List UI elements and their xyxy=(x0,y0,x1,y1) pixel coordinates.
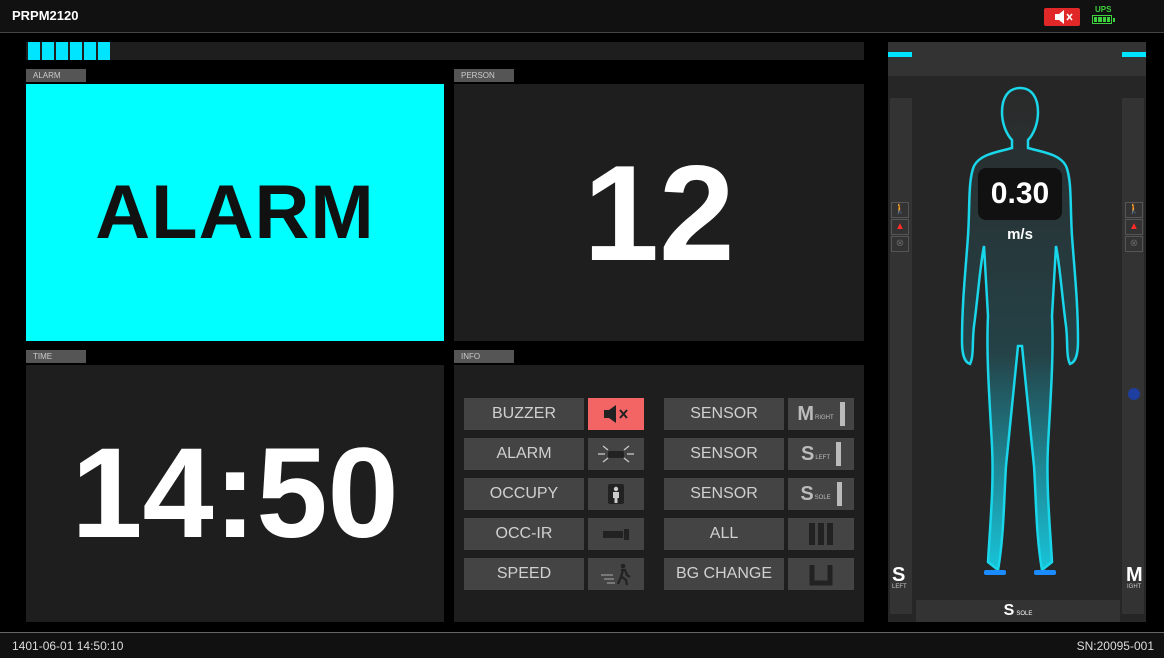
progress-segment xyxy=(28,42,40,60)
sensor-label: SENSOR xyxy=(664,478,784,510)
right-sensor-indicator xyxy=(1122,52,1146,57)
info-panel-tab: INFO xyxy=(454,350,514,363)
sensor-sub: SOLE xyxy=(814,495,831,501)
progress-segment xyxy=(84,42,96,60)
info-row-occ-ir: OCC-IR ALL xyxy=(464,518,856,550)
speed-toggle[interactable] xyxy=(588,558,644,590)
sensor-bar-icon xyxy=(839,402,845,426)
speed-unit: m/s xyxy=(1007,226,1033,243)
right-sensor-letter: M xyxy=(1126,564,1143,586)
walking-speed-icon xyxy=(601,563,631,586)
person-panel-tab: PERSON xyxy=(454,69,514,82)
mute-button[interactable] xyxy=(1044,8,1080,26)
all-label: ALL xyxy=(664,518,784,550)
info-row-alarm: ALARM SENSOR S LEFT xyxy=(464,438,856,470)
progress-segment xyxy=(42,42,54,60)
time-panel: 14:50 xyxy=(26,365,444,622)
sensor-m-right-toggle[interactable]: M RIGHT xyxy=(788,398,854,430)
left-pillar xyxy=(890,98,912,614)
cancel-circle-icon: ⊗ xyxy=(891,236,909,252)
bg-change-icon xyxy=(809,565,833,586)
sole-sensor-bar: S SOLE xyxy=(916,600,1120,622)
sensor-label: SENSOR xyxy=(664,438,784,470)
occupy-label: OCCUPY xyxy=(464,478,584,510)
time-value: 14:50 xyxy=(71,422,399,565)
scan-progress-bar xyxy=(26,42,864,60)
info-row-buzzer: BUZZER SENSOR M RIGHT xyxy=(464,398,856,430)
info-row-speed: SPEED BG CHANGE xyxy=(464,558,856,590)
sole-sensor-sub: SOLE xyxy=(1016,611,1033,617)
left-sensor-indicator xyxy=(888,52,912,57)
sensor-bar-icon xyxy=(836,482,842,506)
top-bar: PRPM2120 UPS xyxy=(0,0,1164,33)
speed-value: 0.30 xyxy=(990,177,1050,210)
progress-segment xyxy=(70,42,82,60)
sensor-label: SENSOR xyxy=(664,398,784,430)
buzzer-toggle[interactable] xyxy=(588,398,644,430)
ups-status: UPS xyxy=(1092,5,1118,29)
body-silhouette-icon xyxy=(960,86,1080,575)
right-status-icons: 🚶 ▲ ⊗ xyxy=(1125,202,1143,253)
bg-change-label: BG CHANGE xyxy=(664,558,784,590)
speaker-muted-icon xyxy=(1055,10,1073,24)
right-sensor-sub: IGHT xyxy=(1127,584,1142,590)
alarm-panel: ALARM xyxy=(26,84,444,341)
all-sensors-icon xyxy=(809,523,833,545)
cancel-circle-icon: ⊗ xyxy=(1125,236,1143,252)
person-icon xyxy=(608,484,624,504)
app-title: PRPM2120 xyxy=(12,8,79,23)
bg-change-toggle[interactable] xyxy=(788,558,854,590)
alarm-label: ALARM xyxy=(464,438,584,470)
progress-segment xyxy=(98,42,110,60)
sensor-letter: S xyxy=(800,482,814,505)
status-bar: 1401-06-01 14:50:10 SN:20095-001 xyxy=(0,632,1164,658)
person-panel: 12 xyxy=(454,84,864,341)
sensor-s-left-toggle[interactable]: S LEFT xyxy=(788,438,854,470)
occ-ir-label: OCC-IR xyxy=(464,518,584,550)
beacon-light-icon xyxy=(598,445,634,463)
person-alert-icon: ▲ xyxy=(891,219,909,235)
speaker-muted-icon xyxy=(604,405,628,423)
ups-label: UPS xyxy=(1095,5,1112,14)
time-panel-tab: TIME xyxy=(26,350,86,363)
alarm-light-toggle[interactable] xyxy=(588,438,644,470)
occ-ir-toggle[interactable] xyxy=(588,518,644,550)
serial-number: SN:20095-001 xyxy=(1076,639,1154,653)
person-count: 12 xyxy=(583,136,735,289)
left-status-icons: 🚶 ▲ ⊗ xyxy=(891,202,909,253)
alarm-status-text: ALARM xyxy=(95,170,375,255)
progress-segment xyxy=(56,42,68,60)
person-alert-icon: ▲ xyxy=(1125,219,1143,235)
ir-sensor-icon xyxy=(603,529,629,540)
sensor-letter: M xyxy=(797,402,814,425)
battery-icon xyxy=(1092,15,1112,24)
right-pillar xyxy=(1122,98,1144,614)
indicator-dot xyxy=(1128,388,1140,400)
sensor-letter: S xyxy=(800,442,815,465)
buzzer-label: BUZZER xyxy=(464,398,584,430)
sensor-sub: LEFT xyxy=(815,455,830,461)
sensor-s-sole-toggle[interactable]: S SOLE xyxy=(788,478,854,510)
alarm-panel-tab: ALARM xyxy=(26,69,86,82)
speed-label: SPEED xyxy=(464,558,584,590)
portal-top-beam xyxy=(888,42,1146,76)
left-sensor-sub: LEFT xyxy=(892,584,907,590)
all-sensors-toggle[interactable] xyxy=(788,518,854,550)
speed-display: 0.30 xyxy=(978,168,1062,220)
status-datetime: 1401-06-01 14:50:10 xyxy=(12,639,124,653)
sensor-sub: RIGHT xyxy=(815,415,834,421)
left-sensor-letter: S xyxy=(892,564,906,586)
walking-icon: 🚶 xyxy=(891,202,909,218)
occupy-toggle[interactable] xyxy=(588,478,644,510)
sole-sensor-letter: S xyxy=(1003,602,1015,619)
walking-icon: 🚶 xyxy=(1125,202,1143,218)
sensor-bar-icon xyxy=(836,442,841,466)
info-row-occupy: OCCUPY SENSOR S SOLE xyxy=(464,478,856,510)
